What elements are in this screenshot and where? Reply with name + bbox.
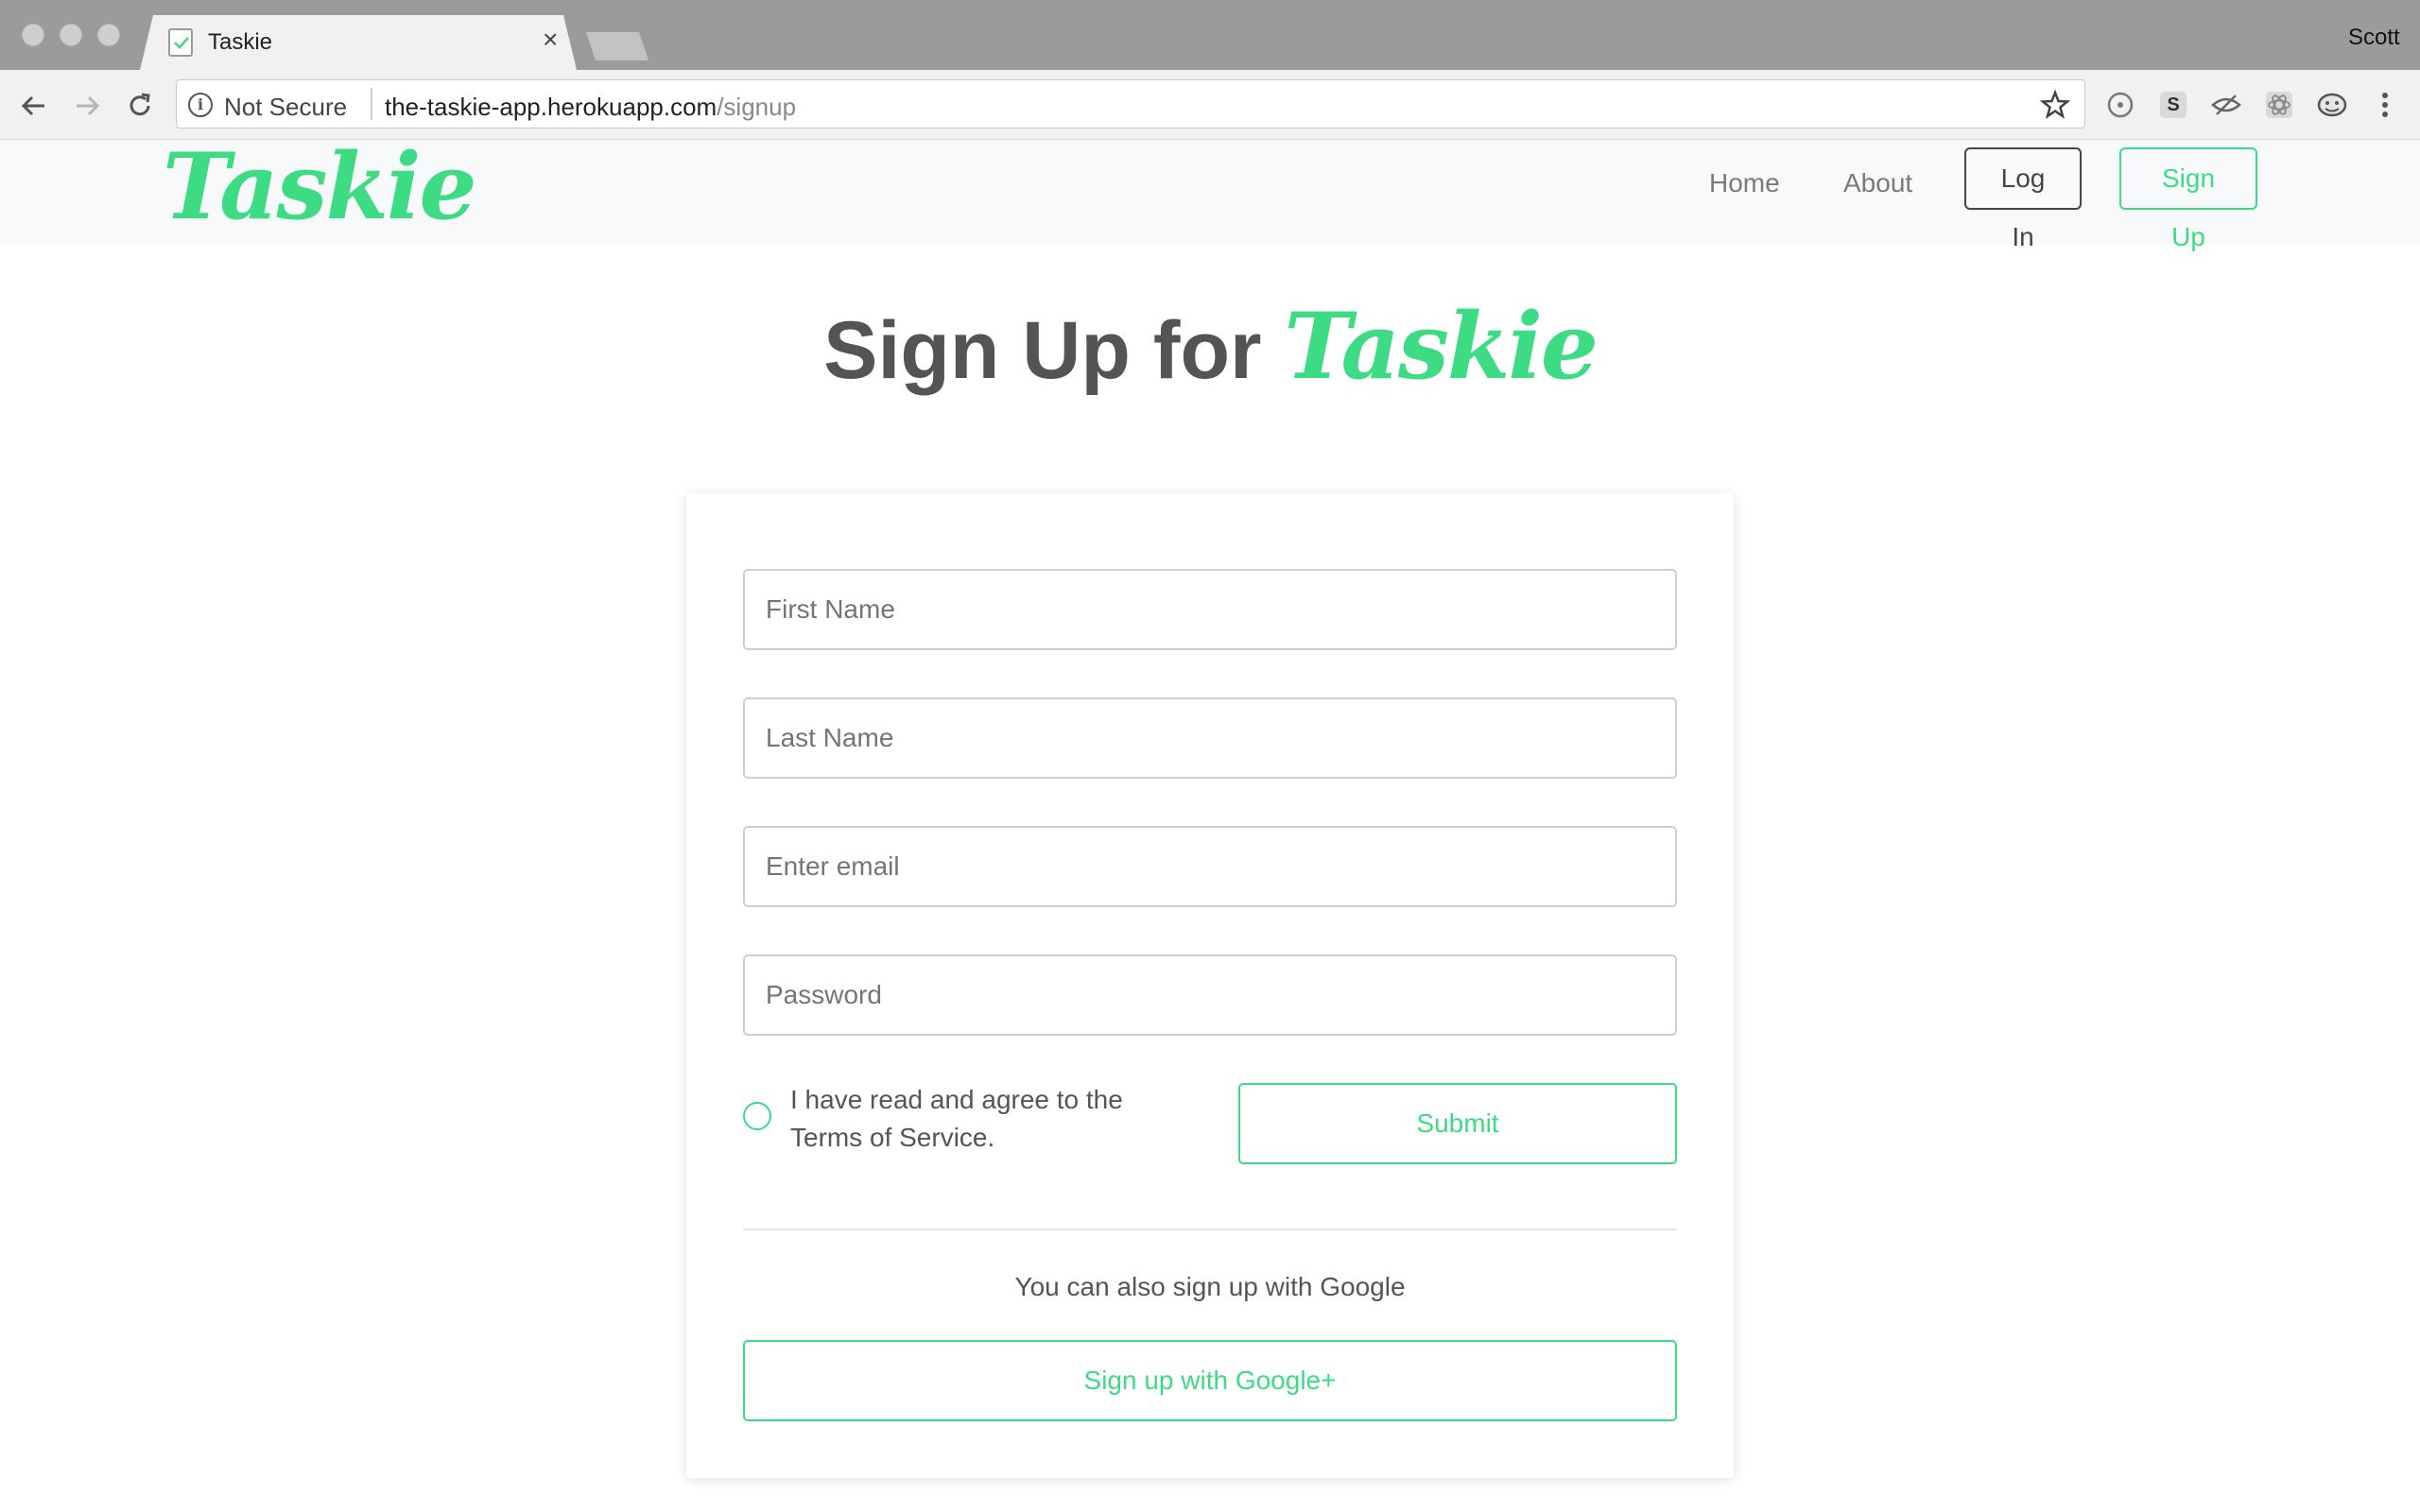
password-field[interactable] [743,954,1677,1036]
google-signup-note: You can also sign up with Google [1014,1272,1406,1301]
page-title-prefix: Sign Up for [823,305,1285,396]
last-name-field[interactable] [743,697,1677,779]
google-signup-button[interactable]: Sign up with Google+ [743,1340,1677,1421]
extension-eye-icon[interactable] [2210,89,2242,121]
browser-toolbar: i Not Secure the-taskie-app.herokuapp.co… [0,70,2420,140]
url-text[interactable]: the-taskie-app.herokuapp.com/signup [385,93,796,122]
address-bar[interactable]: i Not Secure the-taskie-app.herokuapp.co… [176,79,2085,129]
extension-circle-icon[interactable] [2104,89,2136,121]
site-navbar: Taskie Home About Log In Sign Up [0,140,2420,251]
submit-button[interactable]: Submit [1238,1083,1677,1164]
clipboard-check-icon [168,28,193,57]
signup-nav-button[interactable]: Sign Up [2119,147,2257,251]
page-title-brand: Taskie [1284,293,1599,400]
tos-label: I have read and agree to the Terms of Se… [790,1085,1123,1152]
tab-title: Taskie [208,29,273,55]
window-zoom-control[interactable] [97,24,120,46]
browser-tab-strip: Taskie × Scott [0,0,2420,70]
tab-close-icon[interactable]: × [543,26,558,53]
browser-tab-active[interactable] [140,15,577,70]
back-arrow-icon[interactable] [15,87,53,125]
forward-arrow-icon[interactable] [68,87,106,125]
reload-icon[interactable] [121,87,159,125]
first-name-field[interactable] [743,569,1677,650]
extension-react-icon[interactable] [2263,89,2295,121]
security-label[interactable]: Not Secure [224,93,347,122]
brand-logo[interactable]: Taskie [163,142,477,232]
nav-link-about[interactable]: About [1843,168,1912,198]
page-title: Sign Up for Taskie [0,293,2420,400]
window-minimize-control[interactable] [60,24,82,46]
address-separator [371,88,372,120]
form-divider [743,1228,1677,1230]
browser-menu-icon[interactable] [2369,89,2401,121]
tos-agree-radio[interactable] [743,1102,771,1130]
signup-form-card: I have read and agree to the Terms of Se… [686,493,1734,1478]
url-host: the-taskie-app.herokuapp.com [385,93,717,121]
window-close-control[interactable] [22,24,44,46]
new-tab-button[interactable] [586,32,648,60]
email-field[interactable] [743,826,1677,907]
info-icon[interactable]: i [188,93,213,117]
bookmark-star-icon[interactable] [2039,89,2071,121]
url-path: /signup [717,93,797,121]
extension-face-icon[interactable] [2316,89,2348,121]
extension-s-icon[interactable]: S [2157,89,2189,121]
profile-name[interactable]: Scott [2348,25,2400,51]
login-button[interactable]: Log In [1964,147,2082,251]
nav-link-home[interactable]: Home [1709,168,1780,198]
